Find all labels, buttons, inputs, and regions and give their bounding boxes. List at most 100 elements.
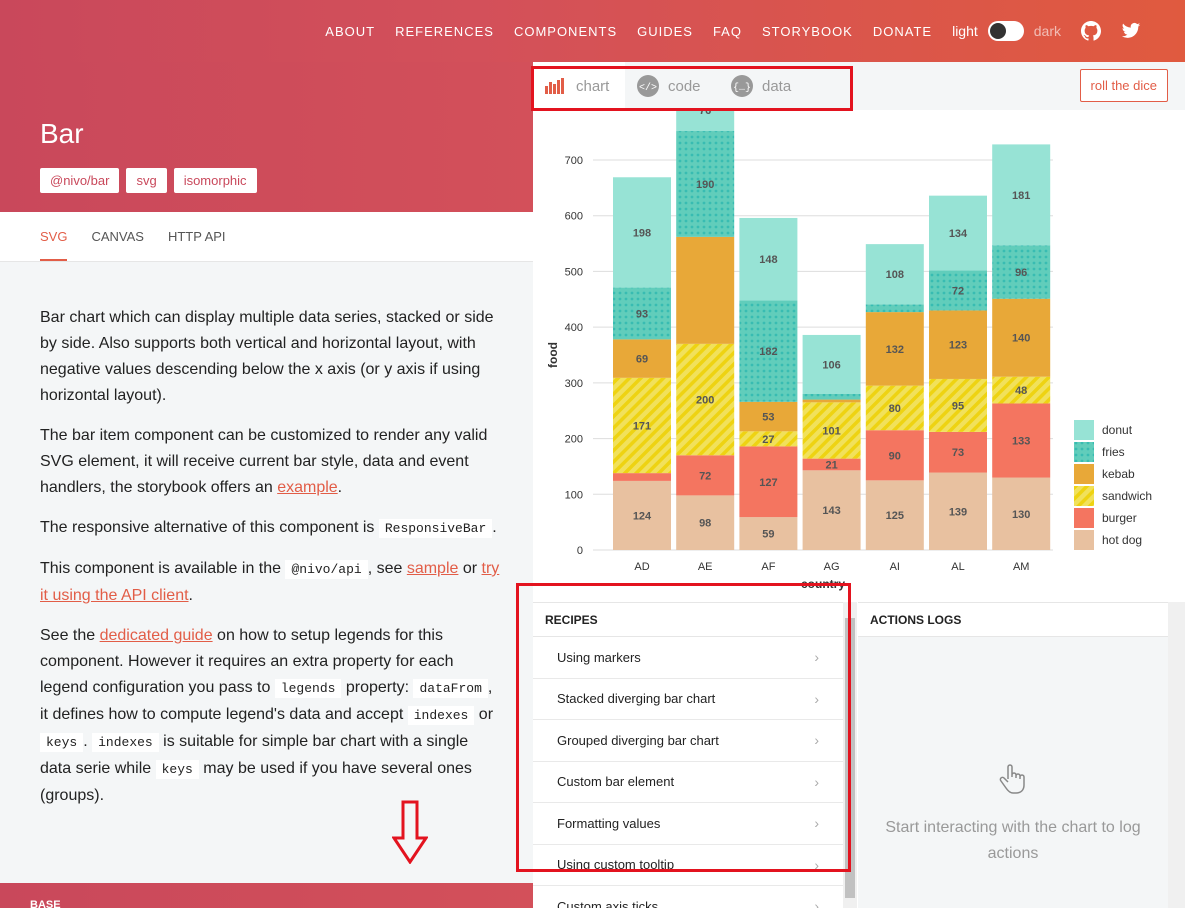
render-tabs: SVG CANVAS HTTP API (0, 212, 533, 262)
y-tick-label: 0 (577, 545, 583, 557)
recipe-item[interactable]: Using markers › (533, 637, 843, 679)
bar-value-label: 98 (699, 518, 711, 530)
recipe-item[interactable]: Using custom tooltip › (533, 845, 843, 886)
nav-references[interactable]: REFERENCES (395, 24, 494, 39)
bar-value-label: 93 (636, 308, 648, 320)
nav-components[interactable]: COMPONENTS (514, 24, 617, 39)
recipe-label: Stacked diverging bar chart (557, 691, 716, 707)
theme-toggle[interactable] (987, 21, 1024, 41)
bar-kebab (676, 236, 735, 344)
tag-list: @nivo/bar svg isomorphic (40, 168, 257, 193)
tab-data-label: data (762, 77, 792, 95)
legend-swatch (1074, 530, 1094, 550)
nav-donate[interactable]: DONATE (873, 24, 932, 39)
recipe-item[interactable]: Stacked diverging bar chart › (533, 679, 843, 720)
bar-value-label: 76 (699, 110, 711, 117)
y-tick-label: 500 (565, 266, 583, 278)
bar-kebab (802, 399, 861, 403)
legend-swatch (1074, 442, 1094, 462)
bar-value-label: 59 (762, 529, 774, 541)
doc-text: or (474, 706, 494, 723)
example-link[interactable]: example (277, 479, 337, 496)
legend-swatch (1074, 464, 1094, 484)
tab-svg[interactable]: SVG (40, 212, 68, 261)
y-tick-label: 300 (565, 378, 583, 390)
section-header: BASE (0, 883, 533, 908)
code-legends: legends (274, 679, 342, 698)
code-indexes-2: indexes (92, 733, 159, 752)
legend-label: fries (1102, 445, 1125, 459)
tab-data[interactable]: {…} data (731, 62, 791, 110)
nav-storybook[interactable]: STORYBOOK (762, 24, 853, 39)
github-icon[interactable] (1081, 21, 1101, 41)
recipe-label: Formatting values (557, 815, 661, 831)
nav-about[interactable]: ABOUT (325, 24, 375, 39)
nav-faq[interactable]: FAQ (713, 24, 742, 39)
tab-code[interactable]: </> code (637, 62, 701, 110)
doc-paragraph-3: The responsive alternative of this compo… (40, 515, 500, 542)
bar-value-label: 108 (886, 269, 904, 281)
recipes-title: RECIPES (533, 603, 843, 637)
recipes-scrollbar[interactable] (843, 602, 857, 908)
chevron-right-icon: › (814, 773, 819, 790)
bar-value-label: 124 (633, 510, 652, 522)
bar-value-label: 190 (696, 179, 714, 191)
chevron-right-icon: › (814, 649, 819, 666)
bar-value-label: 198 (633, 227, 651, 239)
actions-panel: ACTIONS LOGS Start interacting with the … (858, 602, 1168, 908)
tag-svg: svg (126, 168, 167, 193)
recipe-list: Using markers › Stacked diverging bar char… (533, 637, 843, 908)
recipe-item[interactable]: Grouped diverging bar chart › (533, 720, 843, 762)
tab-canvas[interactable]: CANVAS (91, 212, 144, 261)
down-arrow-annotation-icon (392, 800, 428, 864)
section-label: BASE (30, 899, 61, 908)
bar-value-label: 73 (952, 447, 964, 459)
recipe-item[interactable]: Custom bar element › (533, 762, 843, 803)
y-tick-label: 600 (565, 211, 583, 223)
page-scrollbar[interactable] (1168, 602, 1185, 908)
tab-chart[interactable]: chart (533, 62, 625, 110)
chevron-right-icon: › (814, 815, 819, 832)
code-icon: </> (637, 75, 659, 97)
doc-paragraph-1: Bar chart which can display multiple dat… (40, 305, 500, 409)
bar-value-label: 134 (949, 228, 968, 240)
bar-value-label: 143 (822, 505, 840, 517)
tab-http-api[interactable]: HTTP API (168, 212, 226, 261)
x-tick-label: AE (698, 561, 713, 573)
bar-value-label: 200 (696, 395, 714, 407)
bar-chart-icon (545, 78, 564, 94)
code-keys-2: keys (155, 760, 199, 779)
bar-value-label: 133 (1012, 436, 1030, 448)
tag-isomorphic: isomorphic (173, 168, 257, 193)
nav-guides[interactable]: GUIDES (637, 24, 693, 39)
bar-value-label: 182 (759, 346, 777, 358)
recipe-item[interactable]: Formatting values › (533, 803, 843, 845)
bar-value-label: 95 (952, 400, 964, 412)
doc-text: property: (341, 679, 414, 696)
doc-text: or (458, 560, 482, 577)
sample-link[interactable]: sample (407, 560, 459, 577)
recipe-label: Using markers (557, 649, 641, 665)
legend-label: donut (1102, 423, 1133, 437)
bar-value-label: 125 (886, 510, 904, 522)
code-keys: keys (40, 733, 84, 752)
scrollbar-thumb[interactable] (845, 618, 855, 898)
doc-paragraph-2: The bar item component can be customized… (40, 423, 500, 501)
x-tick-label: AM (1013, 561, 1029, 573)
code-nivo-api: @nivo/api (285, 560, 368, 579)
bar-value-label: 101 (822, 425, 840, 437)
twitter-icon[interactable] (1121, 21, 1141, 41)
doc-text: . (188, 587, 193, 604)
recipe-label: Custom bar element (557, 774, 675, 790)
y-axis-label: food (546, 342, 560, 368)
recipe-item[interactable]: Custom axis ticks › (533, 886, 843, 908)
description: Bar chart which can display multiple dat… (40, 305, 500, 823)
roll-dice-button[interactable]: roll the dice (1079, 69, 1168, 102)
actions-empty-text: Start interacting with the chart to log … (885, 819, 1141, 862)
x-tick-label: AI (890, 561, 900, 573)
bar-value-label: 21 (825, 459, 837, 471)
bar-value-label: 90 (889, 450, 901, 462)
legend-swatch (1074, 420, 1094, 440)
x-tick-label: AL (951, 561, 964, 573)
guide-link[interactable]: dedicated guide (100, 627, 213, 644)
